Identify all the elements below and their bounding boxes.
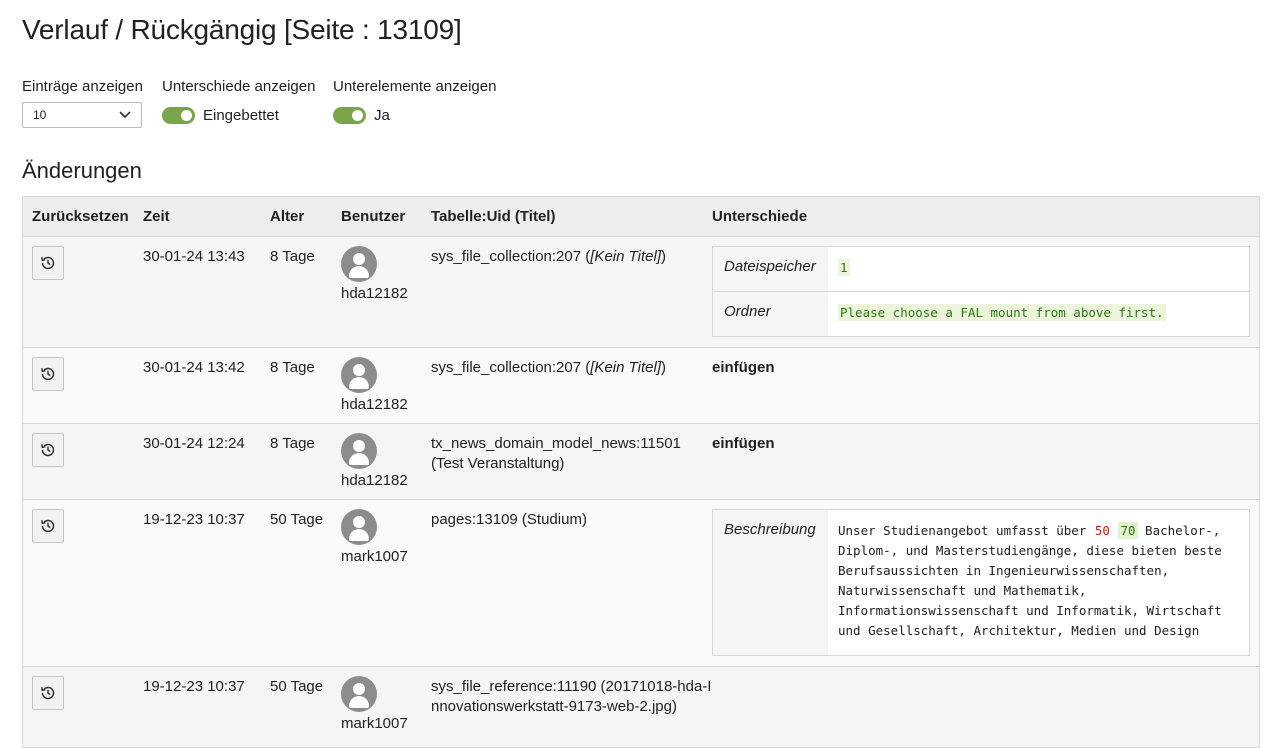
- revert-button[interactable]: [32, 357, 64, 391]
- row-user: mark1007: [341, 548, 408, 565]
- diff-table: Beschreibung Unser Studienangebot umfass…: [712, 509, 1250, 656]
- row-age: 50 Tage: [270, 678, 324, 695]
- table-row: 30-01-24 13:42 8 Tage hda12182 sys_file_…: [23, 348, 1259, 424]
- row-age: 8 Tage: [270, 359, 315, 376]
- differences-toggle-label: Eingebettet: [203, 106, 279, 124]
- table-header: Zurücksetzen Zeit Alter Benutzer Tabelle…: [23, 197, 1259, 237]
- header-record: Tabelle:Uid (Titel): [431, 208, 556, 225]
- revert-button[interactable]: [32, 509, 64, 543]
- revert-button[interactable]: [32, 433, 64, 467]
- revert-button[interactable]: [32, 676, 64, 710]
- row-record: tx_news_domain_model_news:11501 (Test Ver…: [431, 435, 681, 472]
- subelements-label: Unterelemente anzeigen: [333, 78, 497, 95]
- row-user: mark1007: [341, 715, 408, 732]
- history-icon: [41, 256, 55, 270]
- subelements-toggle[interactable]: [333, 106, 366, 124]
- history-icon: [41, 686, 55, 700]
- revert-button[interactable]: [32, 246, 64, 280]
- entries-label: Einträge anzeigen: [22, 78, 143, 95]
- diff-added: 70: [1118, 522, 1138, 539]
- subelements-filter: Unterelemente anzeigen Ja: [333, 78, 496, 126]
- avatar: [341, 357, 377, 393]
- history-table: Zurücksetzen Zeit Alter Benutzer Tabelle…: [22, 196, 1260, 748]
- row-age: 50 Tage: [270, 511, 324, 528]
- table-row: 19-12-23 10:37 50 Tage mark1007 sys_file…: [23, 667, 1259, 748]
- row-record: sys_file_collection:207 ([Kein Titel]): [431, 359, 666, 376]
- entries-filter: Einträge anzeigen 10: [22, 78, 143, 128]
- row-time: 30-01-24 13:43: [143, 248, 245, 265]
- diff-removed: 50: [1094, 523, 1110, 538]
- row-time: 19-12-23 10:37: [143, 511, 245, 528]
- section-title: Änderungen: [22, 158, 142, 183]
- chevron-down-icon: [119, 111, 131, 119]
- header-diff: Unterschiede: [712, 208, 808, 225]
- subelements-toggle-label: Ja: [374, 106, 390, 124]
- header-age: Alter: [270, 208, 305, 225]
- row-user: hda12182: [341, 396, 408, 413]
- row-user: hda12182: [341, 472, 408, 489]
- diff-field: Ordner: [713, 292, 828, 336]
- row-record: pages:13109 (Studium): [431, 511, 587, 528]
- row-age: 8 Tage: [270, 248, 315, 265]
- diff-table: Dateispeicher 1 Ordner Please choose a F…: [712, 246, 1250, 337]
- diff-value: 1: [838, 259, 850, 276]
- row-time: 30-01-24 13:42: [143, 359, 245, 376]
- entries-select[interactable]: 10: [22, 102, 142, 128]
- insert-label: einfügen: [712, 435, 775, 452]
- differences-label: Unterschiede anzeigen: [162, 78, 316, 95]
- history-icon: [41, 367, 55, 381]
- avatar: [341, 246, 377, 282]
- diff-field: Beschreibung: [713, 510, 828, 655]
- row-record: sys_file_reference:11190 (20171018-hda-I…: [431, 678, 712, 715]
- row-user: hda12182: [341, 285, 408, 302]
- header-user: Benutzer: [341, 208, 406, 225]
- avatar: [341, 509, 377, 545]
- history-icon: [41, 443, 55, 457]
- entries-select-value: 10: [33, 108, 47, 122]
- header-time: Zeit: [143, 208, 170, 225]
- page-title: Verlauf / Rückgängig [Seite : 13109]: [22, 14, 462, 45]
- diff-value: Unser Studienangebot umfasst über 50 70 …: [838, 522, 1222, 638]
- avatar: [341, 676, 377, 712]
- diff-field: Dateispeicher: [713, 247, 828, 291]
- avatar: [341, 433, 377, 469]
- differences-toggle[interactable]: [162, 106, 195, 124]
- insert-label: einfügen: [712, 359, 775, 376]
- row-record: sys_file_collection:207 ([Kein Titel]): [431, 248, 666, 265]
- table-row: 30-01-24 13:43 8 Tage hda12182 sys_file_…: [23, 237, 1259, 348]
- row-time: 19-12-23 10:37: [143, 678, 245, 695]
- row-time: 30-01-24 12:24: [143, 435, 245, 452]
- header-revert: Zurücksetzen: [32, 208, 129, 225]
- table-row: 30-01-24 12:24 8 Tage hda12182 tx_news_d…: [23, 424, 1259, 500]
- differences-filter: Unterschiede anzeigen Eingebettet: [162, 78, 315, 126]
- row-age: 8 Tage: [270, 435, 315, 452]
- table-row: 19-12-23 10:37 50 Tage mark1007 pages:13…: [23, 500, 1259, 667]
- history-icon: [41, 519, 55, 533]
- diff-value: Please choose a FAL mount from above fir…: [838, 304, 1166, 321]
